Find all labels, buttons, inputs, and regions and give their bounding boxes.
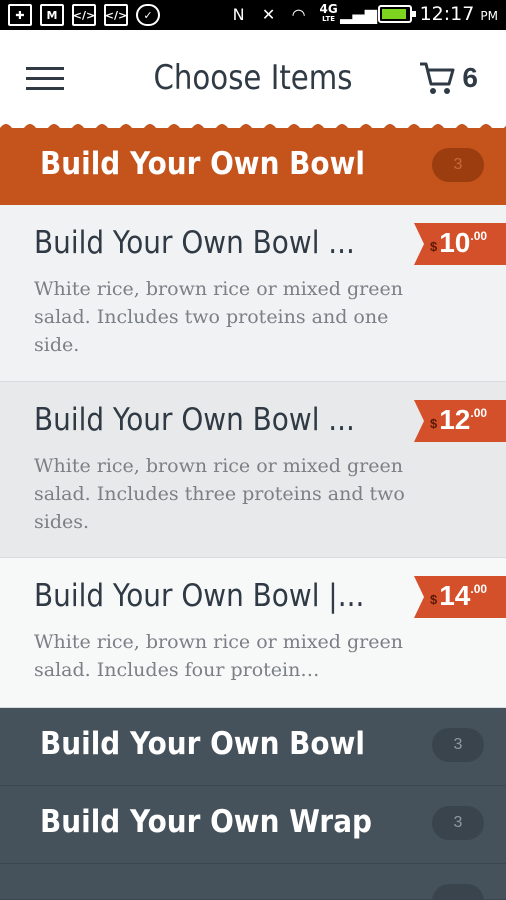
code-icon-2: </> xyxy=(104,4,128,26)
code-icon: </> xyxy=(72,4,96,26)
item-description: White rice, brown rice or mixed green sa… xyxy=(34,278,403,356)
price-tag: $ 14 .00 xyxy=(414,576,506,618)
battery-icon xyxy=(377,5,416,23)
item-name: Build Your Own Bowl |... xyxy=(34,578,365,614)
add-icon: ✚ xyxy=(8,4,32,26)
category-header[interactable]: Build Your Own Wrap 3 xyxy=(0,786,506,864)
item-description: White rice, brown rice or mixed green sa… xyxy=(34,631,403,681)
network-subtype: LTE xyxy=(322,15,336,23)
gmail-icon: M xyxy=(40,4,64,26)
wifi-icon: ◠ xyxy=(291,4,306,24)
cart-button[interactable]: 6 xyxy=(418,60,478,96)
clock-ampm: PM xyxy=(480,9,498,23)
item-description: White rice, brown rice or mixed green sa… xyxy=(34,455,405,533)
category-count-badge: 3 xyxy=(432,728,484,762)
check-icon: ✓ xyxy=(136,4,160,26)
category-header-active[interactable]: Build Your Own Bowl 3 xyxy=(0,128,506,205)
price-dollars: 14 xyxy=(439,580,471,611)
signal-icon: ▂▄▆ xyxy=(340,4,378,24)
list-item[interactable]: Build Your Own Bowl ... White rice, brow… xyxy=(0,205,506,382)
category-count-badge: 3 xyxy=(432,806,484,840)
network-type: 4G xyxy=(319,2,338,16)
bluetooth-off-icon: ✕ xyxy=(261,4,276,24)
price-cents: .00 xyxy=(470,406,488,420)
category-title: Build Your Own Bowl xyxy=(40,726,365,762)
price-cents: .00 xyxy=(470,229,488,243)
system-icons: N ✕ ◠ 4G LTE ▂▄▆ 12:17 PM xyxy=(228,3,498,25)
page-title: Choose Items xyxy=(153,58,353,98)
status-bar: ✚ M </> </> ✓ N ✕ ◠ 4G LTE ▂▄▆ 12:17 PM xyxy=(0,0,506,30)
cart-icon xyxy=(420,62,455,94)
cart-count: 6 xyxy=(462,62,478,93)
clock: 12:17 PM xyxy=(420,3,498,25)
item-name: Build Your Own Bowl ... xyxy=(34,225,355,261)
clock-time: 12:17 xyxy=(419,3,475,25)
price-cents: .00 xyxy=(470,582,488,596)
category-count-badge xyxy=(432,884,484,900)
network-icon: 4G LTE xyxy=(318,3,340,25)
price-currency: $ xyxy=(430,239,438,254)
price-currency: $ xyxy=(430,416,438,431)
list-item[interactable]: Build Your Own Bowl ... White rice, brow… xyxy=(0,382,506,558)
price-currency: $ xyxy=(430,592,438,607)
app-bar: Choose Items 6 xyxy=(0,30,506,128)
price-dollars: 12 xyxy=(439,404,471,435)
list-item[interactable]: Build Your Own Bowl |... White rice, bro… xyxy=(0,558,506,708)
price-tag: $ 10 .00 xyxy=(414,223,506,265)
price-dollars: 10 xyxy=(439,227,471,258)
scallop-divider xyxy=(0,124,506,132)
category-title: Build Your Own Bowl xyxy=(40,146,365,182)
category-header-partial[interactable] xyxy=(0,864,506,900)
category-title: Build Your Own Wrap xyxy=(40,804,373,840)
category-count-badge: 3 xyxy=(432,148,484,182)
item-name: Build Your Own Bowl ... xyxy=(34,402,355,438)
price-tag: $ 12 .00 xyxy=(414,400,506,442)
notification-icons: ✚ M </> </> ✓ xyxy=(8,4,160,26)
nfc-icon: N xyxy=(232,4,245,24)
category-header[interactable]: Build Your Own Bowl 3 xyxy=(0,708,506,786)
